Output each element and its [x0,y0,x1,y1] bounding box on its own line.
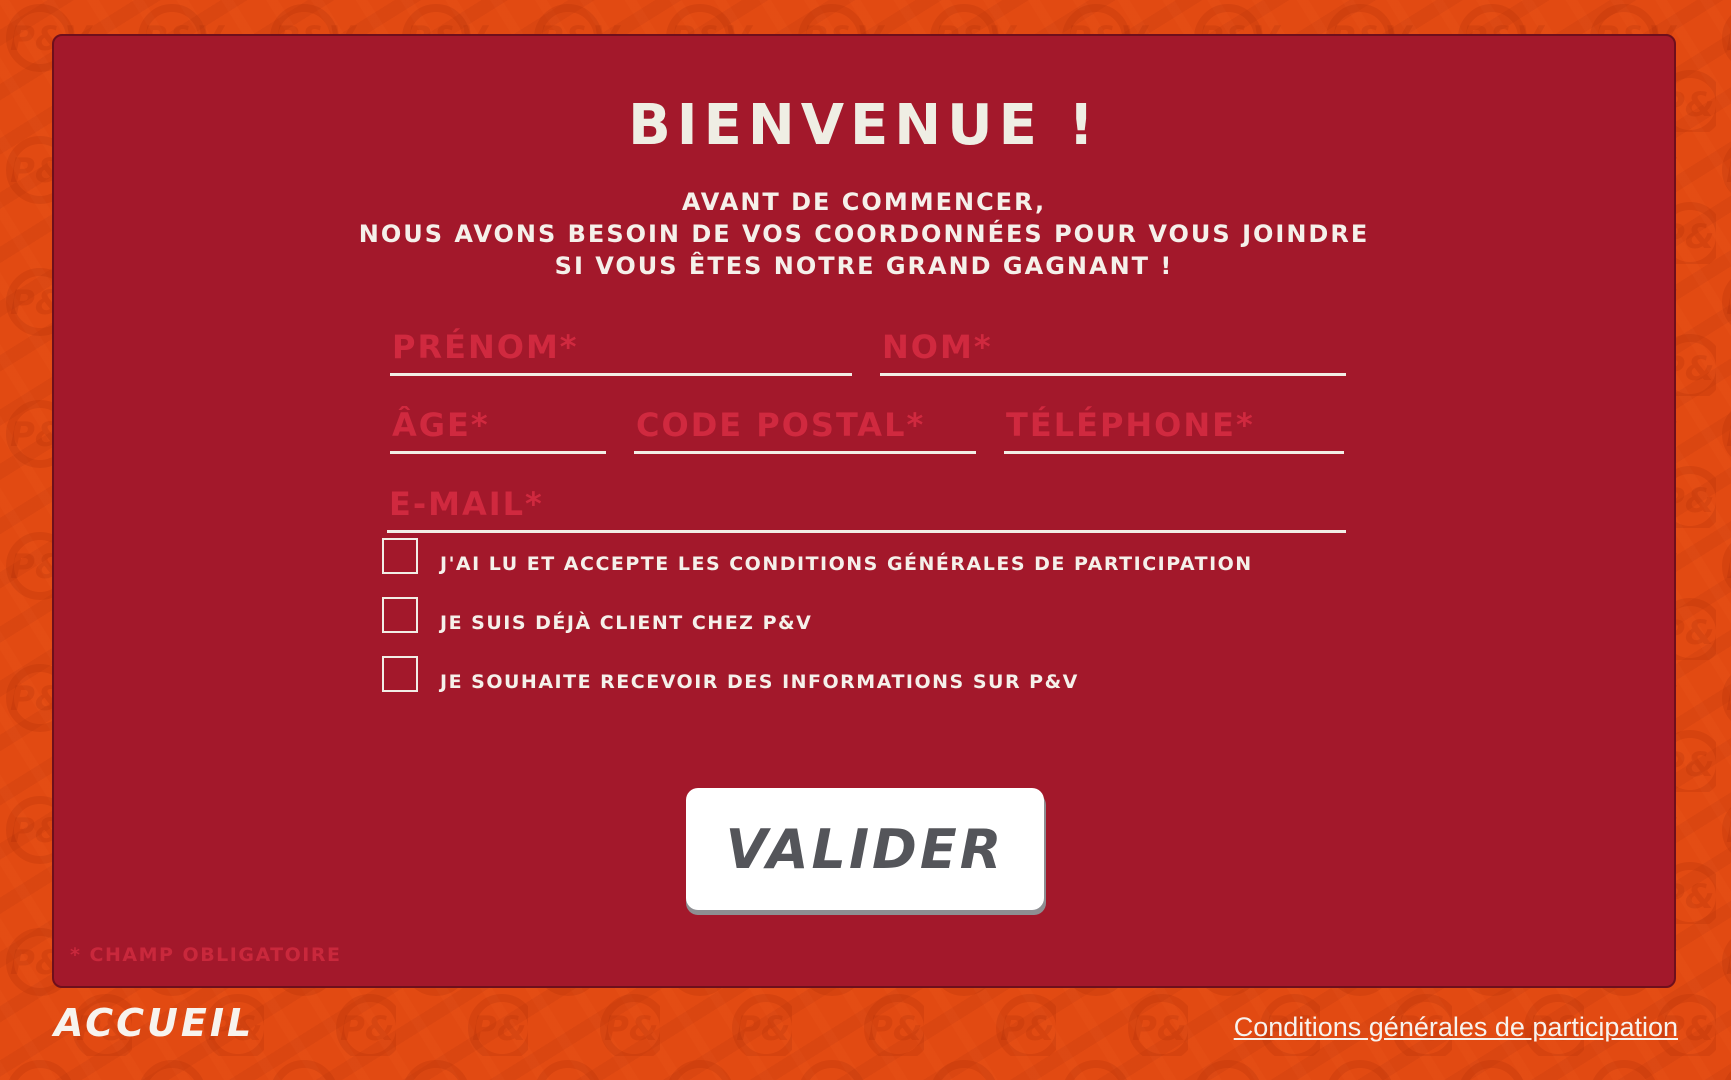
lastname-input[interactable] [880,320,1346,373]
postal-code-input[interactable] [634,398,976,451]
phone-field [1004,398,1344,454]
validate-button[interactable]: VALIDER [686,788,1044,910]
consent-checkboxes: J'AI LU ET ACCEPTE LES CONDITIONS GÉNÉRA… [382,534,1253,711]
newsletter-checkbox-label: JE SOUHAITE RECEVOIR DES INFORMATIONS SU… [440,671,1079,693]
postal-code-field [634,398,976,454]
age-field [390,398,606,454]
email-input[interactable] [387,477,1346,530]
phone-input[interactable] [1004,398,1344,451]
terms-checkbox[interactable] [382,538,418,574]
required-field-note: * CHAMP OBLIGATOIRE [70,944,342,966]
firstname-input[interactable] [390,320,852,373]
firstname-field [390,320,852,376]
checkbox-row-newsletter[interactable]: JE SOUHAITE RECEVOIR DES INFORMATIONS SU… [382,652,1253,696]
intro-line-2: NOUS AVONS BESOIN DE VOS COORDONNÉES POU… [358,220,1370,248]
page-title: BIENVENUE ! [628,93,1100,158]
terms-link[interactable]: Conditions générales de participation [1234,1014,1678,1041]
lastname-field [880,320,1346,376]
intro-line-1: AVANT DE COMMENCER, [681,188,1047,216]
intro-text: AVANT DE COMMENCER, NOUS AVONS BESOIN DE… [54,186,1674,282]
existing-client-checkbox-label: JE SUIS DÉJÀ CLIENT CHEZ P&V [440,612,813,634]
age-input[interactable] [390,398,606,451]
newsletter-checkbox[interactable] [382,656,418,692]
checkbox-row-terms[interactable]: J'AI LU ET ACCEPTE LES CONDITIONS GÉNÉRA… [382,534,1253,578]
existing-client-checkbox[interactable] [382,597,418,633]
email-field [387,477,1346,533]
terms-checkbox-label: J'AI LU ET ACCEPTE LES CONDITIONS GÉNÉRA… [440,553,1253,575]
registration-panel: BIENVENUE ! AVANT DE COMMENCER, NOUS AVO… [52,34,1676,988]
home-link[interactable]: ACCUEIL [54,1004,254,1042]
intro-line-3: SI VOUS ÊTES NOTRE GRAND GAGNANT ! [554,252,1174,280]
checkbox-row-existing-client[interactable]: JE SUIS DÉJÀ CLIENT CHEZ P&V [382,593,1253,637]
